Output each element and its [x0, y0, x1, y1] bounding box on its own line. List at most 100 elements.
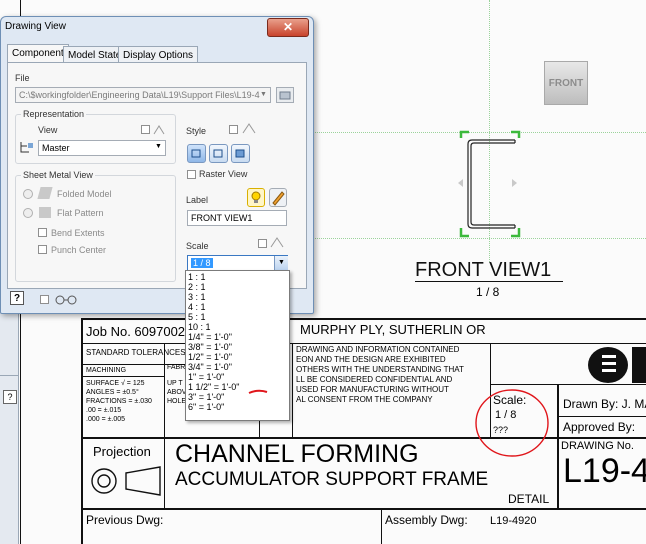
punch-center-label: Punch Center: [51, 245, 107, 255]
machining-label: MACHINING: [86, 367, 127, 374]
annotation-circle: [475, 389, 549, 457]
flat-pattern-icon: [39, 207, 51, 218]
job-number: Job No. 6097002: [86, 324, 186, 339]
above-label: ABOV: [167, 389, 187, 396]
close-button[interactable]: ✕: [267, 18, 309, 37]
chevron-down-icon: ▼: [155, 143, 162, 150]
surface-tol: SURFACE √ = 125: [86, 380, 145, 387]
scale-option[interactable]: 3 : 1: [188, 292, 206, 302]
sheet-metal-label: Sheet Metal View: [21, 170, 95, 180]
previous-dwg: Previous Dwg:: [86, 513, 164, 527]
scale-option[interactable]: 6" = 1'-0": [188, 402, 224, 412]
toggle-label-visibility-button[interactable]: [247, 188, 265, 207]
scale-option[interactable]: 3" = 1'-0": [188, 392, 224, 402]
drawing-number: L19-4: [563, 452, 646, 490]
drawn-by: Drawn By: J. MA: [563, 397, 646, 411]
design-view-icon: [20, 142, 33, 153]
drawing-title-line2: ACCUMULATOR SUPPORT FRAME: [175, 469, 489, 490]
model-browser-panel: [0, 310, 19, 544]
two-place-tol: .00 = ±.015: [86, 407, 122, 414]
label-label: Label: [186, 195, 209, 205]
view-scale: 1 / 8: [476, 285, 500, 299]
file-path-field[interactable]: C:\$workingfolder\Engineering Data\L19\S…: [15, 87, 271, 103]
scale-option[interactable]: 3/8" = 1'-0": [188, 342, 232, 352]
detail-label: DETAIL: [508, 492, 550, 506]
projection-symbol-icon: [91, 466, 161, 496]
associative-icon: [153, 125, 165, 135]
scale-selected-value: 1 / 8: [191, 258, 213, 268]
approved-by: Approved By:: [563, 420, 636, 434]
browser-help-icon[interactable]: ?: [3, 390, 17, 404]
drawing-no-label: DRAWING No.: [561, 440, 634, 452]
scale-option[interactable]: 1 1/2" = 1'-0": [188, 382, 239, 392]
view-label: View: [38, 125, 58, 135]
chevron-down-icon[interactable]: ▼: [274, 256, 288, 270]
hidden-line-removed-button[interactable]: [209, 144, 228, 163]
raster-view-label: Raster View: [199, 169, 248, 179]
annotation-underline: [248, 389, 268, 394]
scale-option[interactable]: 1/4" = 1'-0": [188, 332, 232, 342]
view-checkbox[interactable]: [141, 125, 150, 134]
dialog-title: Drawing View: [5, 21, 66, 32]
folder-icon: [279, 91, 291, 100]
up-to-label: UP T: [167, 380, 183, 387]
scale-dropdown-list[interactable]: 1 : 1 2 : 1 3 : 1 4 : 1 5 : 1 10 : 1 1/4…: [185, 270, 290, 421]
flat-pattern-radio[interactable]: [23, 208, 33, 218]
scale-option[interactable]: 2 : 1: [188, 282, 206, 292]
company-logo: [588, 347, 646, 383]
pencil-icon: [272, 191, 285, 206]
representation-label: Representation: [21, 109, 87, 119]
three-place-tol: .000 = ±.005: [86, 416, 126, 423]
scale-option[interactable]: 1/2" = 1'-0": [188, 352, 232, 362]
view-title-underline: [415, 281, 563, 282]
scale-from-base-checkbox[interactable]: [258, 239, 267, 248]
punch-center-checkbox[interactable]: [38, 245, 47, 254]
hidden-line-icon: [191, 149, 201, 158]
scale-select[interactable]: 1 / 8: [187, 255, 288, 271]
scale-option[interactable]: 5 : 1: [188, 312, 206, 322]
open-folder-button[interactable]: [276, 87, 294, 103]
hidden-line-style-button[interactable]: [187, 144, 206, 163]
style-link-icon: [242, 123, 256, 134]
style-label: Style: [186, 126, 207, 136]
folded-model-label: Folded Model: [57, 189, 112, 199]
scale-option[interactable]: 1 : 1: [188, 272, 206, 282]
assembly-dwg-label: Assembly Dwg:: [385, 513, 468, 527]
view-select[interactable]: Master: [38, 140, 166, 156]
fabr-label: FABR: [167, 364, 186, 371]
lightbulb-icon: [251, 191, 261, 203]
label-field[interactable]: FRONT VIEW1: [187, 210, 287, 226]
company-name: MURPHY PLY, SUTHERLIN OR: [300, 322, 486, 337]
file-label: File: [15, 73, 30, 83]
raster-view-checkbox[interactable]: [187, 170, 196, 179]
drawing-title-line1: CHANNEL FORMING: [175, 440, 419, 468]
scale-option[interactable]: 1" = 1'-0": [188, 372, 224, 382]
dialog-titlebar[interactable]: Drawing View ✕: [1, 17, 313, 39]
shaded-style-button[interactable]: [231, 144, 250, 163]
edit-view-checkbox[interactable]: [40, 295, 49, 304]
standard-tolerances: STANDARD TOLERANCES: [86, 348, 186, 357]
hidden-line-removed-icon: [213, 149, 223, 158]
flat-pattern-label: Flat Pattern: [57, 208, 104, 218]
folded-model-radio[interactable]: [23, 189, 33, 199]
viewcube-front-button[interactable]: FRONT: [544, 61, 588, 105]
front-view-channel[interactable]: [455, 128, 525, 243]
scale-option[interactable]: 4 : 1: [188, 302, 206, 312]
edit-label-button[interactable]: [269, 188, 287, 207]
tab-component[interactable]: Component: [7, 44, 69, 64]
chevron-down-icon: ▼: [260, 91, 267, 98]
assembly-dwg-value: L19-4920: [490, 515, 537, 527]
view-title: FRONT VIEW1: [415, 259, 552, 281]
scale-option[interactable]: 3/4" = 1'-0": [188, 362, 232, 372]
shaded-icon: [235, 149, 245, 158]
help-button[interactable]: ?: [10, 291, 24, 305]
style-from-base-checkbox[interactable]: [229, 125, 238, 134]
scale-link-icon: [270, 237, 284, 248]
browser-divider: [0, 375, 18, 376]
projection-label: Projection: [93, 444, 151, 459]
confidential-notice: DRAWING AND INFORMATION CONTAINED EON AN…: [296, 345, 464, 404]
bend-extents-checkbox[interactable]: [38, 228, 47, 237]
angles-tol: ANGLES = ±0.5°: [86, 389, 139, 396]
scale-option[interactable]: 10 : 1: [188, 322, 211, 332]
glasses-icon: [55, 295, 77, 305]
